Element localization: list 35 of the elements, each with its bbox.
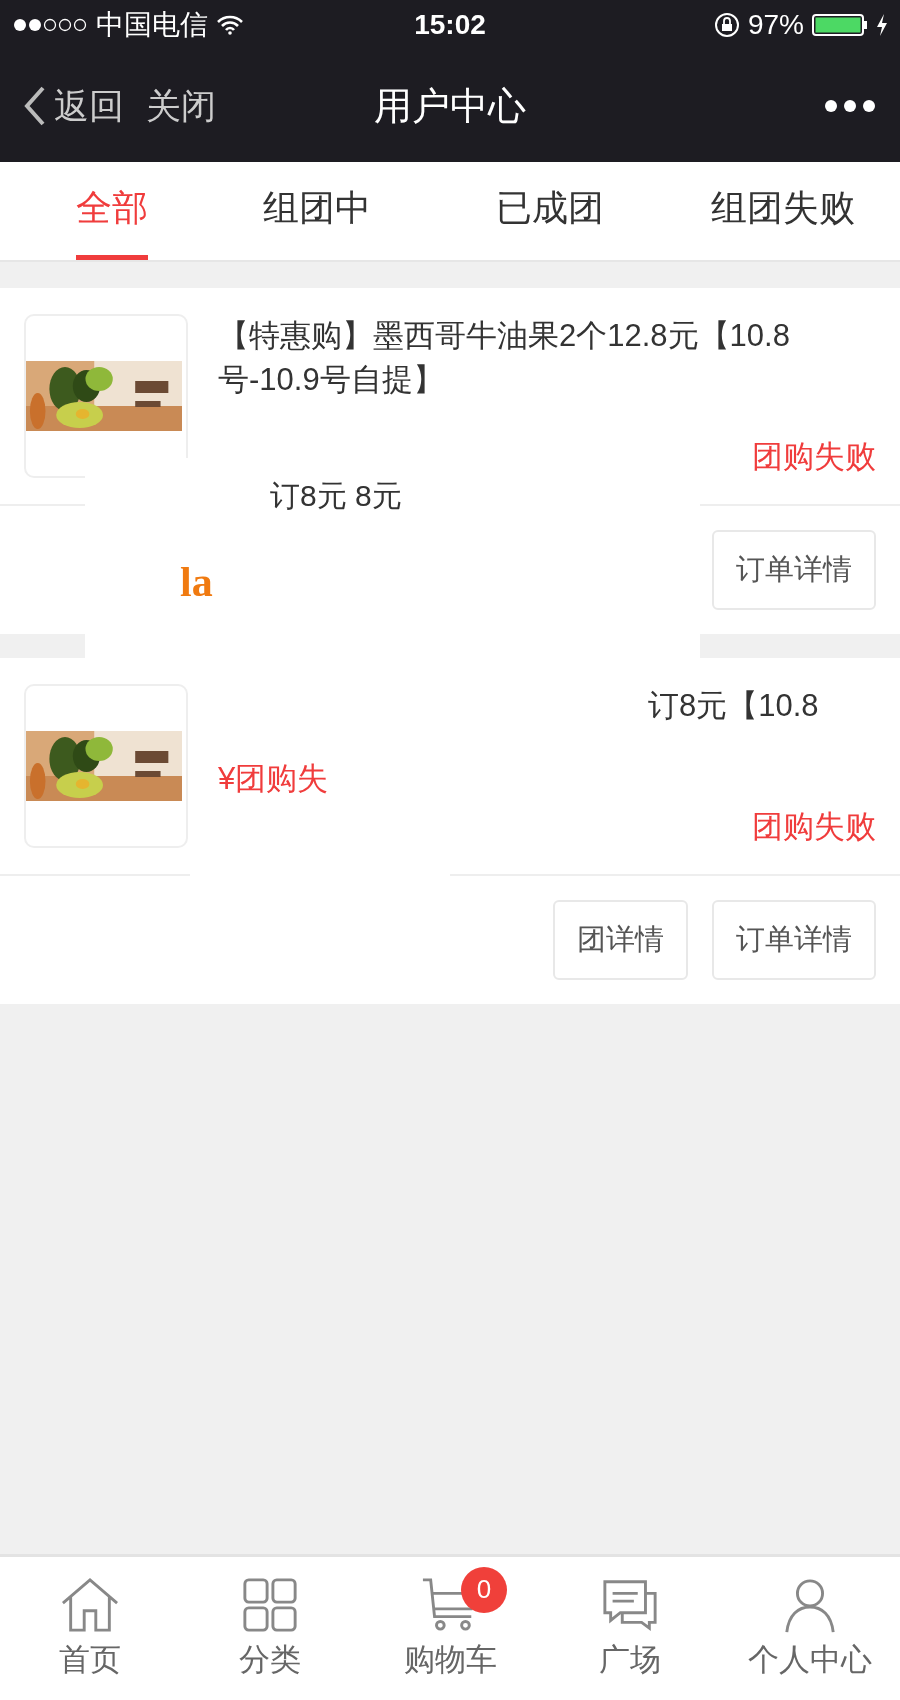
close-button[interactable]: 关闭 xyxy=(146,82,216,130)
text-fragment: la xyxy=(180,558,213,606)
more-icon[interactable] xyxy=(824,99,876,113)
order-action-button[interactable]: 团详情 xyxy=(553,900,688,980)
order-action-button[interactable]: 订单详情 xyxy=(712,900,876,980)
cart-count-badge: 0 xyxy=(461,1566,507,1613)
text-fragment: ¥团购失 xyxy=(218,760,329,798)
carrier-name: 中国电信 xyxy=(96,8,208,42)
text-fragment: 订8元 8元 xyxy=(270,478,402,514)
rotation-lock-icon xyxy=(713,12,740,38)
product-title: 订8元【10.8 xyxy=(647,687,820,725)
tab-bar-item[interactable]: 0 购物车 xyxy=(360,1557,540,1700)
page-title: 用户中心 xyxy=(373,83,527,129)
signal-icon xyxy=(12,17,88,33)
tab-bar-item[interactable]: 广场 xyxy=(540,1557,720,1700)
order-action-button[interactable]: 订单详情 xyxy=(712,530,876,610)
tab-bar-item[interactable]: 分类 xyxy=(180,1557,360,1700)
home-icon xyxy=(61,1576,119,1633)
status-time: 15:02 xyxy=(414,9,486,41)
tab-bar-item[interactable]: 个人中心 xyxy=(720,1557,900,1700)
filter-tab[interactable]: 已成团 xyxy=(463,162,637,260)
battery-icon xyxy=(812,14,868,36)
product-title: 【特惠购】墨西哥牛油果2个12.8元【10.8号-10.9号自提】 xyxy=(218,317,791,399)
charging-icon xyxy=(876,14,888,36)
order-status: 团购失败 xyxy=(752,808,876,846)
wifi-icon xyxy=(216,15,244,35)
chevron-left-icon xyxy=(24,86,46,126)
filter-tab[interactable]: 全部 xyxy=(76,162,148,260)
back-button[interactable]: 返回 xyxy=(24,82,124,130)
grid-icon xyxy=(241,1576,299,1633)
filter-tab[interactable]: 组团失败 xyxy=(696,162,870,260)
order-status: 团购失败 xyxy=(752,438,876,476)
tab-bar-item[interactable]: 首页 xyxy=(0,1557,180,1700)
battery-percent: 97% xyxy=(747,9,804,41)
filter-tab[interactable]: 组团中 xyxy=(230,162,404,260)
